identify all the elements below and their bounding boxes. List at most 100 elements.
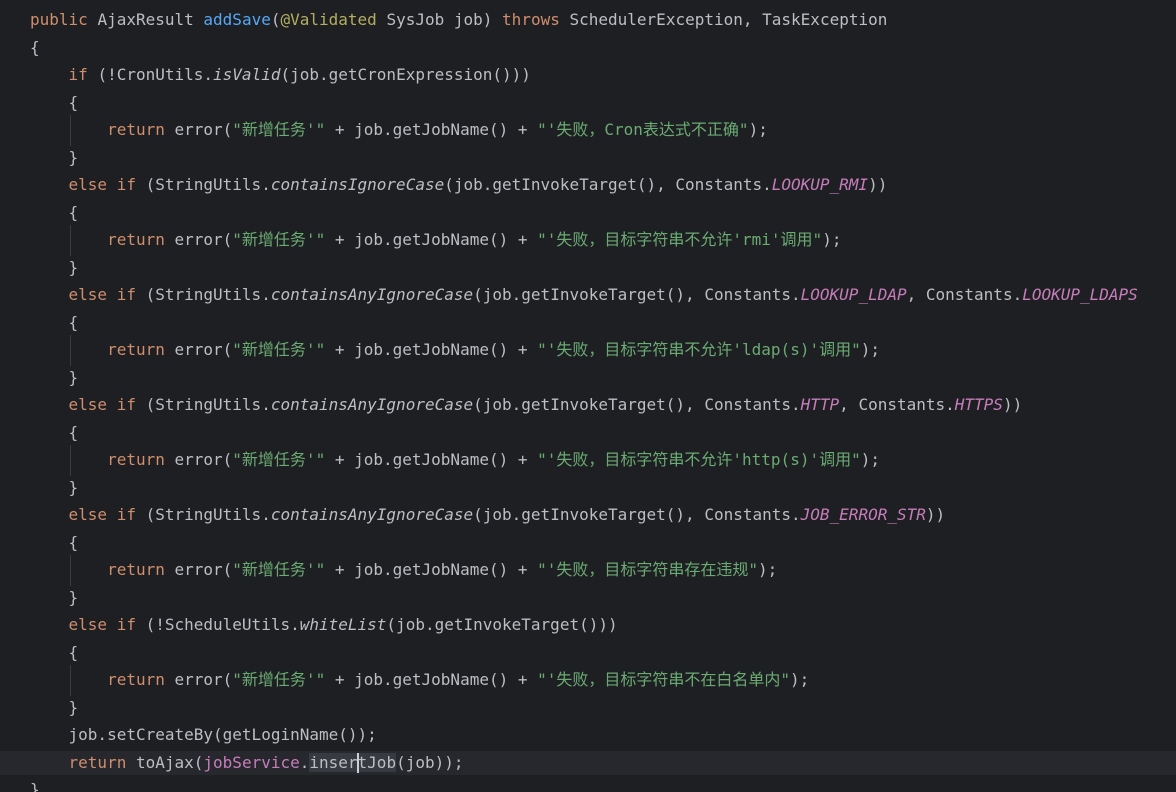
code-token: else if bbox=[68, 175, 146, 194]
code-token: else if bbox=[68, 395, 146, 414]
code-token: containsIgnoreCase bbox=[270, 175, 445, 194]
code-line: } bbox=[0, 366, 1176, 390]
code-token: )) bbox=[925, 505, 946, 524]
code-token: ); bbox=[860, 340, 880, 359]
code-token: (StringUtils. bbox=[145, 505, 271, 524]
code-token: "新增任务'" bbox=[232, 230, 326, 249]
code-token: job.setCreateBy(getLoginName()); bbox=[30, 725, 377, 744]
code-token: (!ScheduleUtils. bbox=[145, 615, 300, 634]
code-token: if bbox=[68, 65, 98, 84]
code-token: return bbox=[107, 120, 175, 139]
code-token: "'失败，Cron表达式不正确" bbox=[537, 120, 749, 139]
code-token: AjaxResult bbox=[97, 10, 204, 29]
code-line: return error("新增任务'" + job.getJobName() … bbox=[0, 118, 1176, 142]
code-token: { bbox=[30, 202, 79, 222]
code-line: } bbox=[0, 696, 1176, 720]
code-token: error( bbox=[174, 120, 233, 139]
code-token: containsAnyIgnoreCase bbox=[270, 285, 474, 304]
code-token: , Constants. bbox=[839, 395, 955, 414]
code-line: else if (!ScheduleUtils.whiteList(job.ge… bbox=[0, 613, 1176, 637]
code-token: } bbox=[30, 147, 79, 167]
code-token: ); bbox=[758, 560, 778, 579]
code-line: else if (StringUtils.containsIgnoreCase(… bbox=[0, 173, 1176, 197]
code-token: { bbox=[30, 532, 79, 552]
code-token: LOOKUP_RMI bbox=[771, 175, 869, 194]
code-token: addSave bbox=[203, 10, 271, 29]
code-token: return bbox=[107, 450, 175, 469]
code-token: (job.getInvokeTarget(), Constants. bbox=[473, 505, 801, 524]
code-token: } bbox=[30, 367, 79, 387]
code-token: containsAnyIgnoreCase bbox=[270, 505, 474, 524]
code-line: return error("新增任务'" + job.getJobName() … bbox=[0, 338, 1176, 362]
code-token: else if bbox=[68, 505, 146, 524]
code-token: } bbox=[30, 477, 79, 497]
code-token: + job.getJobName() + bbox=[325, 450, 538, 469]
code-line: else if (StringUtils.containsAnyIgnoreCa… bbox=[0, 393, 1176, 417]
code-token: (!CronUtils. bbox=[97, 65, 214, 84]
code-line: public AjaxResult addSave(@Validated Sys… bbox=[0, 8, 1176, 32]
code-token: "新增任务'" bbox=[232, 120, 326, 139]
code-token: LOOKUP_LDAP bbox=[800, 285, 907, 304]
code-token: + job.getJobName() + bbox=[325, 120, 538, 139]
code-token: . bbox=[299, 752, 310, 772]
code-token: ); bbox=[860, 450, 880, 469]
code-token: public bbox=[30, 10, 98, 29]
code-token: SchedulerException, TaskException bbox=[569, 10, 888, 29]
code-token: "'失败，目标字符串不允许'http(s)'调用" bbox=[537, 450, 861, 469]
code-token: return bbox=[107, 670, 175, 689]
code-token: LOOKUP_LDAPS bbox=[1022, 285, 1138, 304]
code-token: { bbox=[30, 642, 79, 662]
code-token: "'失败，目标字符串存在违规" bbox=[537, 560, 759, 579]
code-line: return toAjax(jobService.insertJob(job))… bbox=[0, 750, 1176, 775]
code-token: "'失败，目标字符串不允许'rmi'调用" bbox=[537, 230, 823, 249]
code-line: { bbox=[0, 531, 1176, 555]
code-token: "新增任务'" bbox=[232, 560, 326, 579]
code-line: else if (StringUtils.containsAnyIgnoreCa… bbox=[0, 503, 1176, 527]
code-token: SysJob job) bbox=[386, 10, 503, 29]
code-token: { bbox=[30, 37, 40, 57]
code-token: } bbox=[30, 257, 79, 277]
code-token: "'失败，目标字符串不允许'ldap(s)'调用" bbox=[537, 340, 861, 359]
code-token: return bbox=[107, 340, 175, 359]
code-token: (StringUtils. bbox=[145, 395, 271, 414]
code-line: { bbox=[0, 421, 1176, 445]
code-line: { bbox=[0, 311, 1176, 335]
code-line: { bbox=[0, 641, 1176, 665]
code-token: error( bbox=[174, 670, 233, 689]
code-token: insertJob bbox=[309, 752, 397, 772]
code-token: + job.getJobName() + bbox=[325, 230, 538, 249]
code-token: @Validated bbox=[280, 10, 387, 29]
code-line: } bbox=[0, 256, 1176, 280]
code-token: error( bbox=[174, 560, 233, 579]
code-token: else if bbox=[68, 615, 146, 634]
code-token: "'失败，目标字符串不在白名单内" bbox=[537, 670, 791, 689]
code-line: } bbox=[0, 476, 1176, 500]
code-token: error( bbox=[174, 340, 233, 359]
code-token: (StringUtils. bbox=[145, 285, 271, 304]
code-token: } bbox=[30, 587, 79, 607]
text-caret bbox=[357, 752, 360, 773]
code-line: } bbox=[0, 146, 1176, 170]
code-token: return bbox=[107, 560, 175, 579]
code-token: + job.getJobName() + bbox=[325, 560, 538, 579]
code-token: (job.getInvokeTarget(), Constants. bbox=[444, 175, 772, 194]
code-line: { bbox=[0, 36, 1176, 60]
code-token: containsAnyIgnoreCase bbox=[270, 395, 474, 414]
code-editor[interactable]: public AjaxResult addSave(@Validated Sys… bbox=[0, 0, 1176, 792]
code-token: HTTP bbox=[800, 395, 840, 414]
code-line: job.setCreateBy(getLoginName()); bbox=[0, 723, 1176, 747]
code-line: } bbox=[0, 778, 1176, 792]
code-line: if (!CronUtils.isValid(job.getCronExpres… bbox=[0, 63, 1176, 87]
code-token: isValid bbox=[213, 65, 281, 84]
code-token: ); bbox=[748, 120, 768, 139]
code-token: + job.getJobName() + bbox=[325, 670, 538, 689]
code-token: } bbox=[30, 697, 79, 717]
